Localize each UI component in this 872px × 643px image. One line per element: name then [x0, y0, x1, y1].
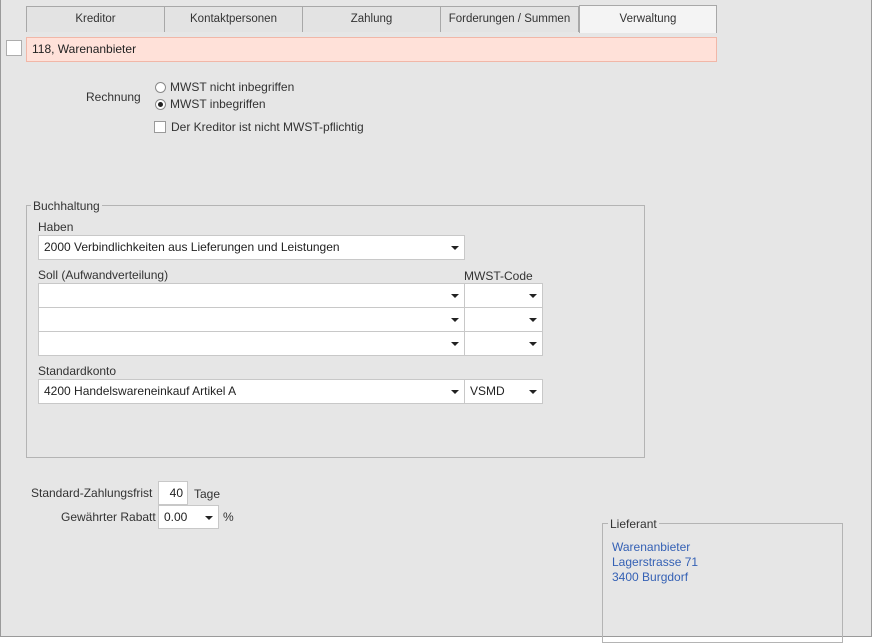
radio-mwst-inbegriffen[interactable] [155, 99, 166, 110]
radio-mwst-nicht-inbegriffen[interactable] [155, 82, 166, 93]
chevron-down-icon [529, 318, 537, 322]
chevron-down-icon [451, 246, 459, 250]
soll-mwst-code-select[interactable] [464, 283, 543, 308]
rabatt-unit: % [223, 510, 234, 524]
tab-zahlung[interactable]: Zahlung [303, 6, 441, 32]
rabatt-label: Gewährter Rabatt [61, 510, 156, 524]
soll-account-select[interactable] [38, 331, 465, 356]
mwst-code-label: MWST-Code [464, 269, 533, 283]
record-title: 118, Warenanbieter [26, 37, 717, 62]
soll-account-select[interactable] [38, 307, 465, 332]
chevron-down-icon [451, 294, 459, 298]
haben-select[interactable]: 2000 Verbindlichkeiten aus Lieferungen u… [38, 235, 465, 260]
chevron-down-icon [451, 390, 459, 394]
chevron-down-icon [529, 390, 537, 394]
radio-mwst-inbegriffen-label[interactable]: MWST inbegriffen [170, 97, 266, 111]
zahlungsfrist-label: Standard-Zahlungsfrist [31, 486, 153, 500]
lieferant-title: Lieferant [608, 517, 659, 531]
standardkonto-label: Standardkonto [38, 364, 117, 378]
radio-mwst-nicht-inbegriffen-label[interactable]: MWST nicht inbegriffen [170, 80, 294, 94]
checkbox-nicht-mwst-pflichtig-label[interactable]: Der Kreditor ist nicht MWST-pflichtig [171, 120, 364, 134]
soll-account-select[interactable] [38, 283, 465, 308]
chevron-down-icon [205, 516, 213, 520]
standardkonto-value: 4200 Handelswareneinkauf Artikel A [44, 384, 237, 398]
standardkonto-select[interactable]: 4200 Handelswareneinkauf Artikel A [38, 379, 465, 404]
tab-forderungen-summen[interactable]: Forderungen / Summen [441, 6, 579, 32]
haben-value: 2000 Verbindlichkeiten aus Lieferungen u… [44, 240, 340, 254]
haben-label: Haben [38, 220, 74, 234]
rechnung-label: Rechnung [86, 90, 141, 104]
zahlungsfrist-input[interactable]: 40 [158, 481, 188, 505]
lieferant-name: Warenanbieter [612, 540, 691, 554]
tab-kontaktpersonen[interactable]: Kontaktpersonen [165, 6, 303, 32]
tab-kreditor[interactable]: Kreditor [26, 6, 165, 32]
tab-strip: Kreditor Kontaktpersonen Zahlung Forderu… [26, 5, 717, 33]
standard-mwst-code-select[interactable]: VSMD [464, 379, 543, 404]
buchhaltung-title: Buchhaltung [31, 199, 102, 213]
rabatt-select[interactable]: 0.00 [158, 505, 219, 529]
soll-mwst-code-select[interactable] [464, 331, 543, 356]
form-panel: Kreditor Kontaktpersonen Zahlung Forderu… [0, 0, 872, 643]
checkbox-nicht-mwst-pflichtig[interactable] [154, 121, 166, 133]
chevron-down-icon [451, 342, 459, 346]
tab-verwaltung[interactable]: Verwaltung [579, 5, 717, 33]
soll-label: Soll (Aufwandverteilung) [38, 268, 169, 282]
soll-mwst-code-select[interactable] [464, 307, 543, 332]
standard-mwst-code-value: VSMD [470, 384, 505, 398]
chevron-down-icon [529, 342, 537, 346]
lieferant-city: 3400 Burgdorf [612, 570, 689, 584]
zahlungsfrist-unit: Tage [194, 487, 221, 501]
chevron-down-icon [451, 318, 459, 322]
rabatt-value: 0.00 [164, 510, 188, 524]
chevron-down-icon [529, 294, 537, 298]
lieferant-street: Lagerstrasse 71 [612, 555, 699, 569]
record-select-checkbox[interactable] [6, 40, 22, 56]
